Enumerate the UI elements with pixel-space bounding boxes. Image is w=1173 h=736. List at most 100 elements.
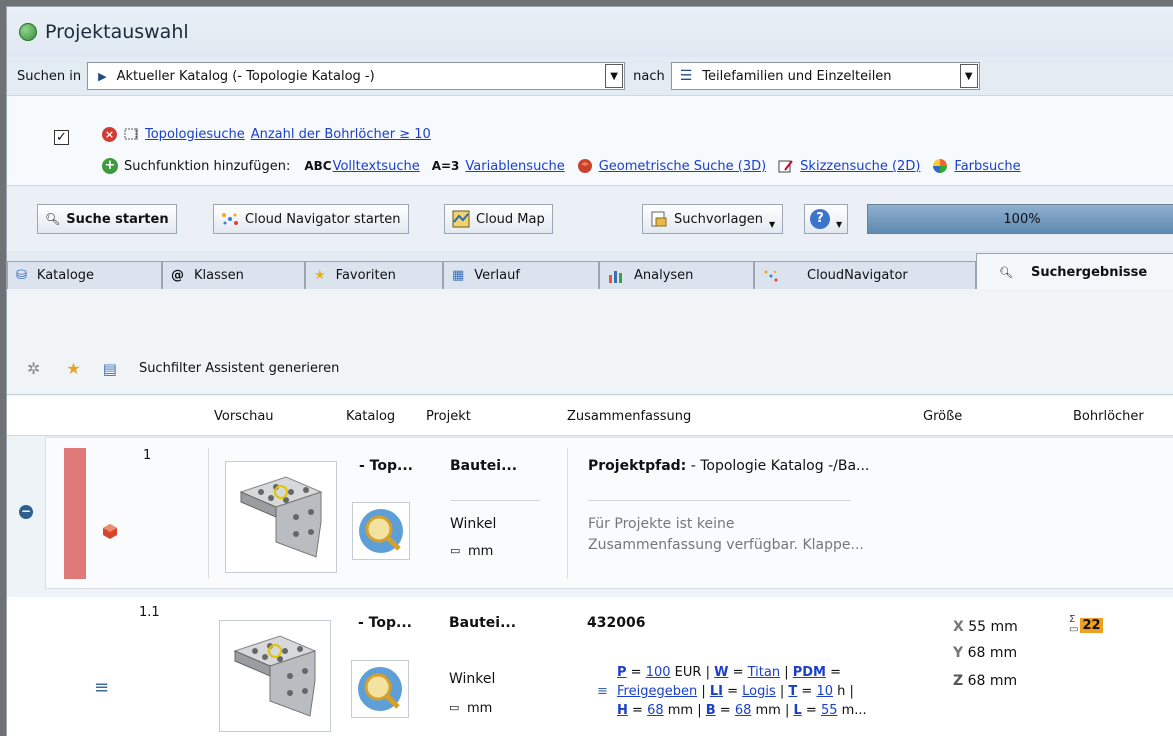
project-selection-window: Projektauswahl Suchen in ▶ Aktueller Kat… bbox=[6, 6, 1173, 736]
filter-wizard-label[interactable]: Suchfilter Assistent generieren bbox=[139, 361, 339, 376]
topology-search-checkbox[interactable]: ✓ bbox=[54, 130, 69, 145]
unit-label: mm bbox=[468, 544, 494, 559]
color-wheel-icon bbox=[933, 159, 948, 173]
play-icon: ▶ bbox=[98, 69, 107, 83]
results-toolbar: ✲ ★ ▤ Suchfilter Assistent generieren bbox=[7, 289, 1173, 395]
add-search-label: Suchfunktion hinzufügen: bbox=[124, 158, 291, 174]
col-katalog[interactable]: Katalog bbox=[346, 409, 395, 424]
condition-link[interactable]: Anzahl der Bohrlöcher ≥ 10 bbox=[251, 127, 431, 142]
topology-icon bbox=[124, 128, 138, 140]
catalog-magnifier-icon bbox=[358, 667, 402, 711]
col-groesse[interactable]: Größe bbox=[923, 409, 962, 424]
tab-suchergebnisse[interactable]: 🔍︎ Suchergebnisse bbox=[976, 253, 1173, 290]
ruler-icon: ▭ bbox=[449, 701, 460, 714]
col-bohrloecher[interactable]: Bohrlöcher bbox=[1073, 409, 1144, 424]
results-header: Vorschau Katalog Projekt Zusammenfassung… bbox=[7, 396, 1173, 436]
catalog-logo bbox=[351, 660, 409, 718]
catalog-magnifier-icon bbox=[359, 509, 403, 553]
col-vorschau[interactable]: Vorschau bbox=[214, 409, 274, 424]
col-projekt[interactable]: Projekt bbox=[426, 409, 471, 424]
gear-icon[interactable]: ✲ bbox=[27, 359, 40, 378]
search-icon: 🔍︎ bbox=[45, 212, 61, 226]
holes-badge: 22 bbox=[1080, 617, 1103, 633]
tab-cloudnavigator[interactable]: CloudNavigator bbox=[754, 261, 976, 289]
sketch-search-link[interactable]: Skizzensuche (2D) bbox=[800, 159, 920, 174]
search-row: Suchen in ▶ Aktueller Katalog (- Topolog… bbox=[7, 57, 1173, 95]
ruler-icon: ▭ bbox=[450, 544, 460, 557]
list-icon: ≡ bbox=[597, 684, 608, 699]
angle-bracket-image bbox=[239, 476, 323, 558]
active-search-row: × Topologiesuche Anzahl der Bohrlöcher ≥… bbox=[102, 126, 431, 142]
project-name: Bautei... bbox=[449, 615, 517, 631]
unit-label: mm bbox=[467, 701, 493, 716]
col-zusammenfassung[interactable]: Zusammenfassung bbox=[567, 409, 691, 424]
toolbar: 🔍︎ Suche starten Cloud Navigator starten… bbox=[7, 186, 1173, 251]
table-row[interactable]: 1.1 ≡ - Top... Bautei... Winkel ▭ mm 432… bbox=[7, 597, 1173, 736]
table-row[interactable]: 1 - Top... Bautei... Winkel ▭ mm Projekt… bbox=[45, 437, 1173, 589]
size-y: Y 68 mm bbox=[953, 645, 1018, 661]
summary-title: Projektpfad: - Topologie Katalog -/Ba... bbox=[588, 458, 870, 474]
templates-icon bbox=[651, 211, 667, 227]
tab-klassen[interactable]: @ Klassen bbox=[162, 261, 305, 289]
map-icon bbox=[452, 210, 470, 228]
search-function-panel: ✓ × Topologiesuche Anzahl der Bohrlöcher… bbox=[7, 95, 1173, 186]
remove-icon[interactable]: × bbox=[102, 126, 117, 142]
catalog-name: - Top... bbox=[358, 615, 412, 631]
holes-count: Σ ▭ 22 bbox=[1069, 615, 1103, 635]
part-preview[interactable] bbox=[225, 461, 337, 573]
project-subtitle: Winkel bbox=[449, 671, 496, 687]
topology-search-link[interactable]: Topologiesuche bbox=[145, 127, 245, 142]
x-axis-icon: X bbox=[953, 619, 964, 635]
cloud-map-button[interactable]: Cloud Map bbox=[444, 204, 553, 234]
divider bbox=[450, 500, 540, 501]
list-icon: ≡ bbox=[94, 677, 110, 698]
catalogs-icon: ⛁ bbox=[16, 268, 27, 283]
collapse-icon[interactable]: − bbox=[19, 505, 33, 519]
search-templates-button[interactable]: Suchvorlagen ▼ bbox=[642, 204, 784, 234]
tab-verlauf[interactable]: ▦ Verlauf bbox=[443, 261, 599, 289]
catalog-name: - Top... bbox=[359, 458, 413, 474]
tab-favoriten[interactable]: ★ Favoriten bbox=[305, 261, 443, 289]
title-bar: Projektauswahl bbox=[7, 7, 1173, 57]
cloud-navigator-icon bbox=[222, 213, 238, 225]
help-icon: ? bbox=[810, 209, 830, 229]
search-icon: 🔍︎ bbox=[999, 265, 1013, 279]
nach-label: nach bbox=[633, 68, 665, 84]
vsep bbox=[567, 448, 568, 579]
z-axis-icon: Z bbox=[953, 673, 964, 689]
at-icon: @ bbox=[171, 268, 184, 283]
chevron-down-icon[interactable]: ▼ bbox=[959, 64, 978, 88]
window-title: Projektauswahl bbox=[45, 21, 189, 43]
chevron-down-icon[interactable]: ▼ bbox=[605, 64, 624, 88]
row-index: 1 bbox=[143, 448, 152, 463]
add-search-row: + Suchfunktion hinzufügen: ABC Volltexts… bbox=[102, 158, 1021, 174]
project-subtitle: Winkel bbox=[450, 516, 497, 532]
geometric-search-link[interactable]: Geometrische Suche (3D) bbox=[599, 159, 766, 174]
cube-icon bbox=[577, 159, 592, 173]
search-type-select-value: Teilefamilien und Einzelteilen bbox=[702, 68, 892, 84]
color-search-link[interactable]: Farbsuche bbox=[954, 159, 1020, 174]
help-button[interactable]: ? ▼ bbox=[804, 204, 849, 234]
save-table-icon[interactable]: ▤ bbox=[103, 360, 117, 378]
sketch-icon bbox=[778, 160, 793, 173]
catalog-select[interactable]: ▶ Aktueller Katalog (- Topologie Katalog… bbox=[87, 62, 626, 90]
dropdown-arrow-icon: ▼ bbox=[836, 219, 843, 229]
cloud-navigator-button[interactable]: Cloud Navigator starten bbox=[213, 204, 409, 234]
cloud-icon bbox=[764, 270, 778, 281]
row-marker bbox=[64, 448, 86, 579]
start-search-button[interactable]: 🔍︎ Suche starten bbox=[37, 204, 177, 234]
summary-line: Für Projekte ist keine bbox=[588, 516, 735, 532]
variable-search-link[interactable]: Variablensuche bbox=[465, 159, 564, 174]
tab-analysen[interactable]: Analysen bbox=[599, 261, 754, 289]
fulltext-search-link[interactable]: Volltextsuche bbox=[333, 159, 420, 174]
tab-kataloge[interactable]: ⛁ Kataloge bbox=[7, 261, 162, 289]
search-type-select[interactable]: ☰ Teilefamilien und Einzelteilen ▼ bbox=[670, 62, 980, 90]
sum-holes-icon: Σ ▭ bbox=[1069, 614, 1079, 635]
folder-star-icon[interactable]: ★ bbox=[66, 359, 80, 378]
search-progress-bar: 100% bbox=[867, 204, 1173, 234]
catalog-select-value: Aktueller Katalog (- Topologie Katalog -… bbox=[116, 68, 375, 84]
row-index: 1.1 bbox=[139, 605, 160, 620]
summary-properties: P = 100 EUR | W = Titan | PDM = ≡ Freige… bbox=[597, 665, 867, 718]
part-preview[interactable] bbox=[219, 620, 331, 732]
cube-icon bbox=[103, 524, 117, 539]
